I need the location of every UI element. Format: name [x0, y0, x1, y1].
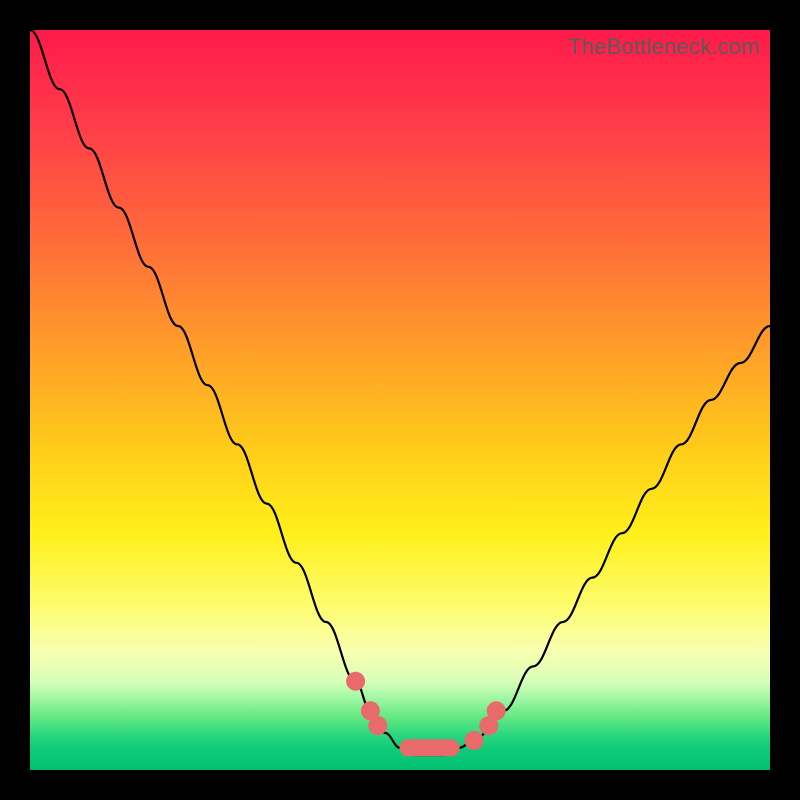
curve-markers [347, 672, 506, 756]
curve-marker [369, 717, 387, 735]
curve-marker [465, 731, 483, 749]
chart-plot-area: TheBottleneck.com [30, 30, 770, 770]
curve-svg [30, 30, 770, 770]
curve-marker-pill [400, 740, 459, 756]
curve-marker [487, 702, 505, 720]
bottleneck-curve [30, 30, 770, 755]
curve-marker [347, 672, 365, 690]
chart-frame: TheBottleneck.com [0, 0, 800, 800]
